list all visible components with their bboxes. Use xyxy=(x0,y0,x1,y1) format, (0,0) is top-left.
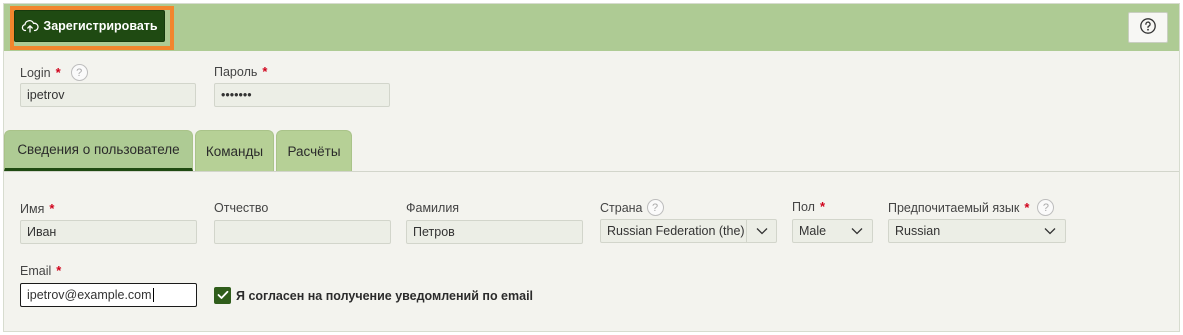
gender-label-row: Пол * xyxy=(792,199,825,214)
register-button-label: Зарегистрировать xyxy=(43,19,158,33)
chevron-down-icon xyxy=(746,220,776,242)
first-name-label: Имя xyxy=(20,201,45,216)
required-marker: * xyxy=(56,263,62,278)
chevron-down-icon xyxy=(1035,220,1065,242)
middle-name-label: Отчество xyxy=(214,201,269,215)
password-field[interactable]: ••••••• xyxy=(214,83,390,107)
last-name-label: Фамилия xyxy=(406,201,460,215)
last-name-value: Петров xyxy=(413,225,455,239)
required-marker: * xyxy=(819,199,826,214)
email-value: ipetrov@example.com xyxy=(27,288,152,302)
email-label: Email xyxy=(20,263,52,278)
login-field[interactable]: ipetrov xyxy=(20,83,196,107)
tab-teams-label: Команды xyxy=(205,143,264,159)
last-name-label-row: Фамилия xyxy=(406,201,459,215)
required-marker: * xyxy=(55,65,61,80)
email-field[interactable]: ipetrov@example.com xyxy=(20,283,197,307)
password-label: Пароль xyxy=(214,64,258,79)
password-label-row: Пароль * xyxy=(214,64,267,79)
email-label-row: Email * xyxy=(20,263,61,278)
gender-label: Пол xyxy=(792,199,815,214)
required-marker: * xyxy=(49,201,55,216)
country-label-row: Страна ? xyxy=(600,199,664,216)
consent-checkbox[interactable] xyxy=(214,287,231,304)
help-circle-icon[interactable]: ? xyxy=(646,199,664,216)
middle-name-label-row: Отчество xyxy=(214,201,268,215)
toolbar: Зарегистрировать xyxy=(4,4,1179,51)
cloud-upload-icon xyxy=(21,19,40,33)
help-circle-icon[interactable]: ? xyxy=(70,64,88,81)
tab-user-info[interactable]: Сведения о пользователе xyxy=(4,130,193,171)
help-circle-icon[interactable]: ? xyxy=(1037,199,1055,216)
first-name-label-row: Имя * xyxy=(20,201,54,216)
login-value: ipetrov xyxy=(27,88,65,102)
tab-user-info-label: Сведения о пользователе xyxy=(17,142,180,157)
country-label: Страна xyxy=(600,200,643,215)
tab-calculations-label: Расчёты xyxy=(287,143,341,159)
register-button[interactable]: Зарегистрировать xyxy=(14,10,165,42)
tab-calculations[interactable]: Расчёты xyxy=(276,130,352,171)
registration-form: Зарегистрировать Login * ? ipetrov Парол… xyxy=(3,3,1180,332)
country-value: Russian Federation (the) xyxy=(607,224,745,238)
chevron-down-icon xyxy=(842,220,872,242)
password-value: ••••••• xyxy=(221,88,252,102)
checkmark-icon xyxy=(217,288,229,303)
last-name-field[interactable]: Петров xyxy=(406,220,583,244)
help-button[interactable] xyxy=(1128,12,1168,43)
language-value: Russian xyxy=(895,224,941,238)
required-marker: * xyxy=(1024,200,1030,215)
country-select[interactable]: Russian Federation (the) xyxy=(600,219,777,243)
first-name-value: Иван xyxy=(27,225,57,239)
gender-value: Male xyxy=(799,224,827,238)
first-name-field[interactable]: Иван xyxy=(20,220,197,244)
user-info-panel xyxy=(4,171,1179,331)
required-marker: * xyxy=(262,64,268,79)
language-label: Предпочитаемый язык xyxy=(888,200,1020,215)
login-label-row: Login * ? xyxy=(20,64,88,81)
language-select[interactable]: Russian xyxy=(888,219,1066,243)
language-label-row: Предпочитаемый язык * ? xyxy=(888,199,1055,216)
gender-select[interactable]: Male xyxy=(792,219,873,243)
middle-name-field[interactable] xyxy=(214,220,391,244)
consent-label[interactable]: Я согласен на получение уведомлений по e… xyxy=(236,289,533,303)
login-label: Login xyxy=(20,65,51,80)
text-cursor xyxy=(152,288,154,302)
tab-teams[interactable]: Команды xyxy=(195,130,274,171)
question-circle-icon xyxy=(1139,17,1157,38)
